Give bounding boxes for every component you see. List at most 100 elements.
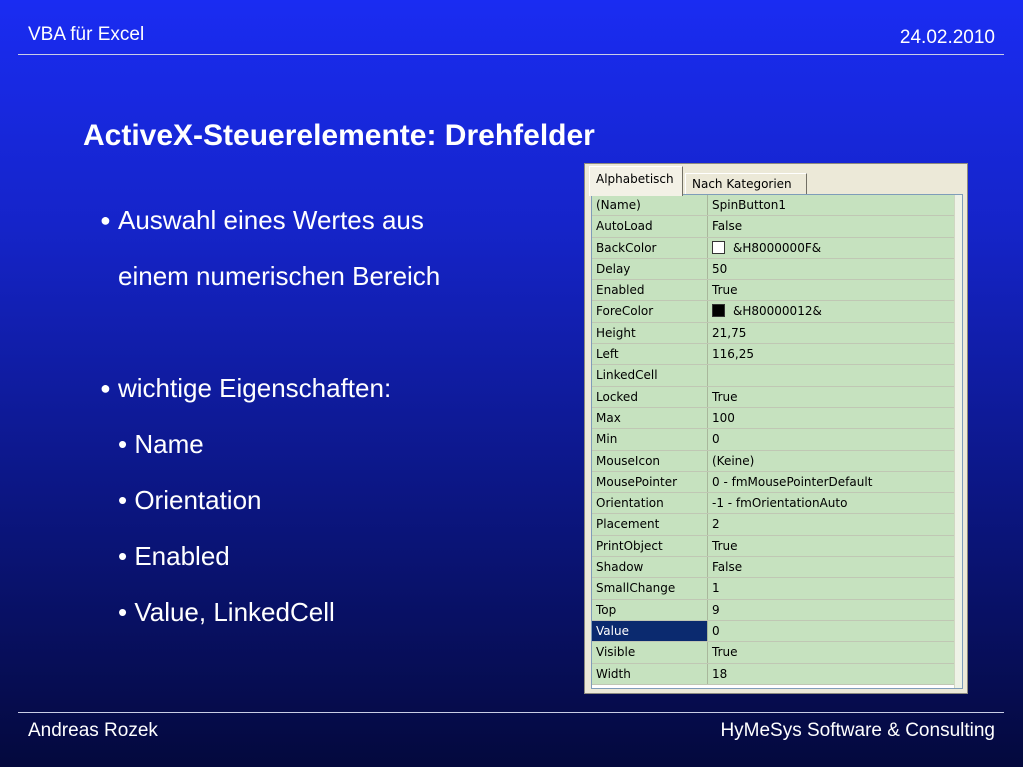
property-name[interactable]: BackColor [592, 237, 708, 258]
property-value-text: 18 [712, 666, 728, 681]
properties-rows: (Name) SpinButton1 AutoLoad False BackColor &… [592, 195, 954, 688]
property-name[interactable]: Enabled [592, 280, 708, 301]
property-value[interactable]: &H80000012& [708, 301, 954, 322]
property-row[interactable]: Placement 2 [592, 514, 954, 536]
property-row[interactable]: Min 0 [592, 429, 954, 451]
property-value[interactable]: 0 - fmMousePointerDefault [708, 471, 954, 493]
property-row[interactable]: ForeColor &H80000012& [592, 301, 954, 323]
property-row[interactable]: Width 18 [592, 663, 954, 685]
property-value[interactable]: True [708, 386, 954, 407]
footer-rule [18, 712, 1004, 713]
property-row[interactable]: Left 116,25 [592, 344, 954, 366]
bullet-dot: ● [100, 210, 111, 230]
property-value[interactable]: &H8000000F& [708, 237, 954, 258]
property-row[interactable]: LinkedCell [592, 365, 954, 387]
property-value-text: True [712, 389, 738, 404]
property-name[interactable]: Shadow [592, 557, 708, 578]
property-value[interactable]: 1 [708, 578, 954, 599]
property-name[interactable]: Top [592, 599, 708, 620]
property-value[interactable]: False [708, 216, 954, 237]
property-value[interactable]: 0 [708, 429, 954, 450]
property-name[interactable]: Delay [592, 258, 708, 280]
header-left: VBA für Excel [28, 24, 145, 45]
property-value[interactable]: True [708, 535, 954, 557]
property-row[interactable]: Value 0 [592, 620, 954, 643]
bullet-text: wichtige Eigenschaften: [118, 373, 392, 403]
tab-alphabetisch[interactable]: Alphabetisch [589, 166, 683, 196]
property-value[interactable]: -1 - fmOrientationAuto [708, 493, 954, 514]
property-name[interactable]: MousePointer [592, 471, 708, 493]
color-swatch-icon [712, 304, 725, 318]
property-row[interactable]: Shadow False [592, 557, 954, 579]
bullet-text: Auswahl eines Wertes aus [118, 205, 424, 235]
property-row[interactable]: Max 100 [592, 407, 954, 430]
property-value[interactable]: SpinButton1 [708, 195, 954, 216]
property-name[interactable]: Orientation [592, 493, 708, 514]
property-value[interactable]: True [708, 642, 954, 663]
property-value[interactable]: 9 [708, 599, 954, 620]
header-rule [18, 54, 1004, 55]
property-name[interactable]: SmallChange [592, 578, 708, 599]
property-name[interactable]: Width [592, 663, 708, 684]
property-value[interactable]: (Keine) [708, 450, 954, 471]
property-row[interactable]: BackColor &H8000000F& [592, 237, 954, 259]
footer-author: Andreas Rozek [28, 720, 158, 741]
property-row[interactable]: (Name) SpinButton1 [592, 195, 954, 217]
property-row[interactable]: SmallChange 1 [592, 578, 954, 600]
property-value-text: True [712, 645, 738, 660]
header-date: 24.02.2010 [899, 27, 995, 48]
bullet-list: ● Auswahl eines Wertes aus einem numerisc… [100, 192, 440, 640]
property-name[interactable]: Max [592, 407, 708, 429]
property-name[interactable]: Locked [592, 386, 708, 407]
property-row[interactable]: Enabled True [592, 280, 954, 302]
property-name[interactable]: Height [592, 322, 708, 344]
property-name[interactable]: Left [592, 344, 708, 365]
property-value-text: 100 [712, 410, 735, 425]
sub-bullet-value-linkedcell: • Value, LinkedCell [118, 597, 335, 627]
property-name[interactable]: (Name) [592, 195, 708, 216]
property-row[interactable]: Visible True [592, 642, 954, 664]
property-value[interactable]: True [708, 280, 954, 301]
property-row[interactable]: Delay 50 [592, 258, 954, 281]
property-name[interactable]: LinkedCell [592, 365, 708, 386]
property-row[interactable]: MousePointer 0 - fmMousePointerDefault [592, 471, 954, 494]
bullet-gap [100, 304, 440, 360]
property-value-text: -1 - fmOrientationAuto [712, 496, 848, 511]
property-name[interactable]: ForeColor [592, 301, 708, 322]
properties-tabs: Alphabetisch Nach Kategorien [589, 166, 963, 196]
property-value[interactable]: 2 [708, 514, 954, 535]
property-name[interactable]: AutoLoad [592, 216, 708, 237]
property-name[interactable]: Value [592, 620, 708, 642]
property-value[interactable]: 18 [708, 663, 954, 684]
property-value-text: 0 - fmMousePointerDefault [712, 474, 873, 489]
property-value[interactable]: 116,25 [708, 344, 954, 365]
property-row[interactable]: Orientation -1 - fmOrientationAuto [592, 493, 954, 515]
property-name[interactable]: MouseIcon [592, 450, 708, 471]
property-name[interactable]: Placement [592, 514, 708, 535]
property-row[interactable]: PrintObject True [592, 535, 954, 558]
property-value[interactable]: 0 [708, 620, 954, 642]
sub-bullet-enabled: • Enabled [118, 541, 230, 571]
tab-nach-kategorien[interactable]: Nach Kategorien [685, 173, 807, 195]
property-value[interactable] [708, 365, 954, 386]
property-value[interactable]: 100 [708, 407, 954, 429]
property-name[interactable]: Visible [592, 642, 708, 663]
bullet-item-1: ● Auswahl eines Wertes aus [100, 192, 440, 248]
property-value[interactable]: 50 [708, 258, 954, 280]
footer-company: HyMeSys Software & Consulting [720, 720, 995, 741]
property-row[interactable]: Locked True [592, 386, 954, 408]
sub-bullet-orientation: • Orientation [118, 485, 262, 515]
property-name[interactable]: PrintObject [592, 535, 708, 557]
property-row[interactable]: Top 9 [592, 599, 954, 621]
grid-scrollbar[interactable] [954, 195, 962, 688]
property-row[interactable]: AutoLoad False [592, 216, 954, 238]
bullet-dot: ● [100, 378, 111, 398]
properties-window: Alphabetisch Nach Kategorien (Name) SpinB… [584, 163, 968, 694]
property-value-text: True [712, 283, 738, 298]
property-value-text: 50 [712, 261, 728, 276]
property-row[interactable]: Height 21,75 [592, 322, 954, 345]
property-name[interactable]: Min [592, 429, 708, 450]
property-value[interactable]: False [708, 557, 954, 578]
property-row[interactable]: MouseIcon (Keine) [592, 450, 954, 472]
property-value[interactable]: 21,75 [708, 322, 954, 344]
